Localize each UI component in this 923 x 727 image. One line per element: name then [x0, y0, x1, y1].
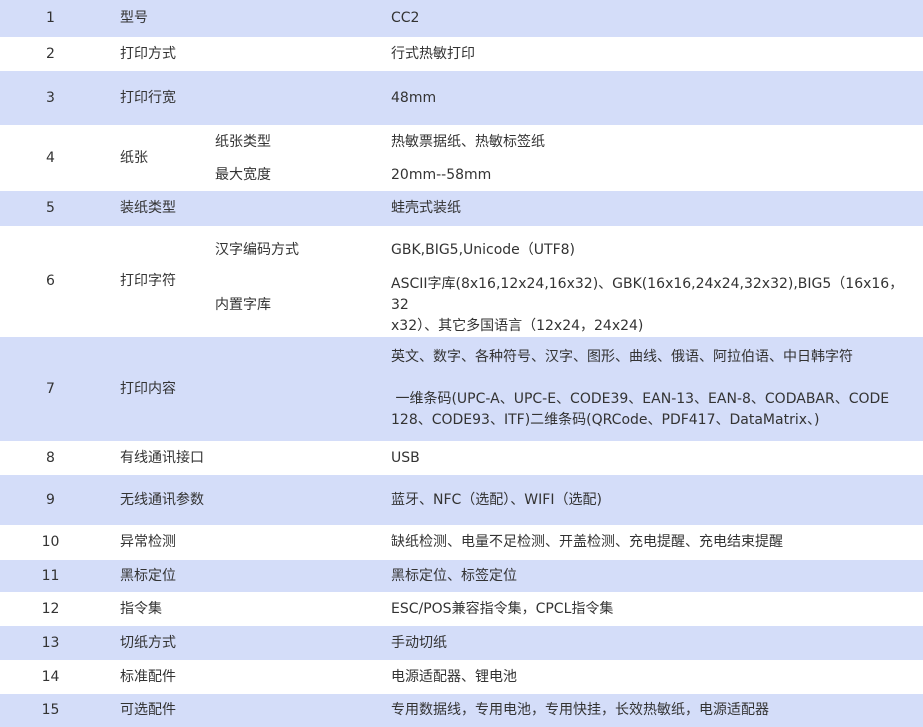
value-line: 128、CODE93、ITF)二维条码(QRCode、PDF417、DataMa… — [391, 412, 820, 428]
sub-value-line: x32）、其它多国语言（12x24，24x24) — [391, 318, 644, 334]
table-row: 6 打印字符 汉字编码方式 GBK,BIG5,Unicode（UTF8) — [0, 226, 923, 290]
item-value: 电源适配器、锂电池 — [391, 668, 517, 685]
row-number: 10 — [41, 534, 60, 550]
row-number: 12 — [41, 600, 60, 617]
item-value: USB — [391, 449, 420, 466]
item-label: 可选配件 — [101, 694, 214, 727]
item-value: 蓝牙、NFC（选配）、WIFI（选配) — [389, 475, 923, 525]
sub-value-line: ASCII字库(8x16,12x24,16x32)、GBK(16x16,24x2… — [391, 276, 904, 313]
table-row: 11 黑标定位 黑标定位、标签定位 — [0, 560, 923, 592]
table-row: 1 型号 CC2 — [0, 0, 923, 37]
table-row: 13 切纸方式 手动切纸 — [0, 626, 923, 660]
table-row: 4 纸张 纸张类型 热敏票据纸、热敏标签纸 — [0, 125, 923, 166]
value-line: 一维条码(UPC-A、UPC-E、CODE39、EAN-13、EAN-8、COD… — [391, 391, 890, 407]
row-number: 7 — [0, 337, 101, 441]
item-label: 型号 — [101, 0, 214, 37]
sub-value: GBK,BIG5,Unicode（UTF8) — [391, 241, 576, 258]
row-number: 8 — [46, 449, 55, 466]
item-label: 打印字符 — [120, 273, 176, 289]
item-value: 蛙壳式装纸 — [389, 191, 923, 226]
item-label: 黑标定位 — [101, 560, 214, 592]
item-label: 打印行宽 — [101, 71, 214, 125]
table-row: 2 打印方式 行式热敏打印 — [0, 37, 923, 71]
item-label: 切纸方式 — [101, 626, 214, 660]
row-number: 14 — [41, 668, 60, 685]
item-value: 手动切纸 — [389, 626, 923, 660]
item-label: 标准配件 — [120, 668, 176, 685]
row-number: 2 — [46, 45, 55, 62]
item-label: 无线通讯参数 — [101, 475, 214, 525]
item-label: 装纸类型 — [101, 191, 214, 226]
row-number: 6 — [46, 273, 55, 289]
sub-label: 最大宽度 — [215, 166, 271, 183]
row-number: 4 — [46, 149, 55, 166]
item-value: CC2 — [389, 0, 923, 37]
value-line: 英文、数字、各种符号、汉字、图形、曲线、俄语、阿拉伯语、中日韩字符 — [391, 349, 853, 365]
table-row: 9 无线通讯参数 蓝牙、NFC（选配）、WIFI（选配) — [0, 475, 923, 525]
item-label: 打印内容 — [101, 337, 214, 441]
item-value: 缺纸检测、电量不足检测、开盖检测、充电提醒、充电结束提醒 — [391, 534, 783, 550]
table-row: 8 有线通讯接口 USB — [0, 441, 923, 475]
value-line — [391, 368, 921, 389]
row-number: 3 — [0, 71, 101, 125]
item-value: 英文、数字、各种符号、汉字、图形、曲线、俄语、阿拉伯语、中日韩字符 一维条码(U… — [389, 337, 923, 441]
row-number: 13 — [0, 626, 101, 660]
item-value: 行式热敏打印 — [391, 45, 475, 62]
table-row: 12 指令集 ESC/POS兼容指令集，CPCL指令集 — [0, 592, 923, 626]
row-number: 11 — [0, 560, 101, 592]
row-number: 5 — [0, 191, 101, 226]
table-row: 7 打印内容 英文、数字、各种符号、汉字、图形、曲线、俄语、阿拉伯语、中日韩字符… — [0, 337, 923, 441]
item-value: 专用数据线，专用电池，专用快挂，长效热敏纸，电源适配器 — [389, 694, 923, 727]
table-row: 14 标准配件 电源适配器、锂电池 — [0, 660, 923, 694]
table-row: 10 异常检测 缺纸检测、电量不足检测、开盖检测、充电提醒、充电结束提醒 — [0, 525, 923, 560]
spec-table: 1 型号 CC2 2 打印方式 行式热敏打印 3 打印行宽 48mm 4 纸张 … — [0, 0, 923, 727]
row-number: 1 — [0, 0, 101, 37]
row-number: 15 — [0, 694, 101, 727]
item-label: 有线通讯接口 — [120, 449, 204, 466]
item-label: 打印方式 — [120, 45, 176, 62]
table-row: 3 打印行宽 48mm — [0, 71, 923, 125]
item-value: 黑标定位、标签定位 — [389, 560, 923, 592]
sub-value: 热敏票据纸、热敏标签纸 — [391, 133, 545, 150]
sub-label: 内置字库 — [215, 297, 271, 313]
sub-label: 汉字编码方式 — [215, 241, 299, 258]
table-row: 5 装纸类型 蛙壳式装纸 — [0, 191, 923, 226]
sub-value: ASCII字库(8x16,12x24,16x32)、GBK(16x16,24x2… — [389, 274, 923, 337]
table-row: 15 可选配件 专用数据线，专用电池，专用快挂，长效热敏纸，电源适配器 — [0, 694, 923, 727]
item-label: 异常检测 — [120, 534, 176, 550]
item-value: ESC/POS兼容指令集，CPCL指令集 — [391, 600, 614, 617]
item-label: 指令集 — [120, 600, 162, 617]
item-label: 纸张 — [120, 149, 148, 166]
row-number: 9 — [0, 475, 101, 525]
sub-value: 20mm--58mm — [391, 166, 492, 183]
item-value: 48mm — [389, 71, 923, 125]
sub-label: 纸张类型 — [215, 133, 271, 150]
